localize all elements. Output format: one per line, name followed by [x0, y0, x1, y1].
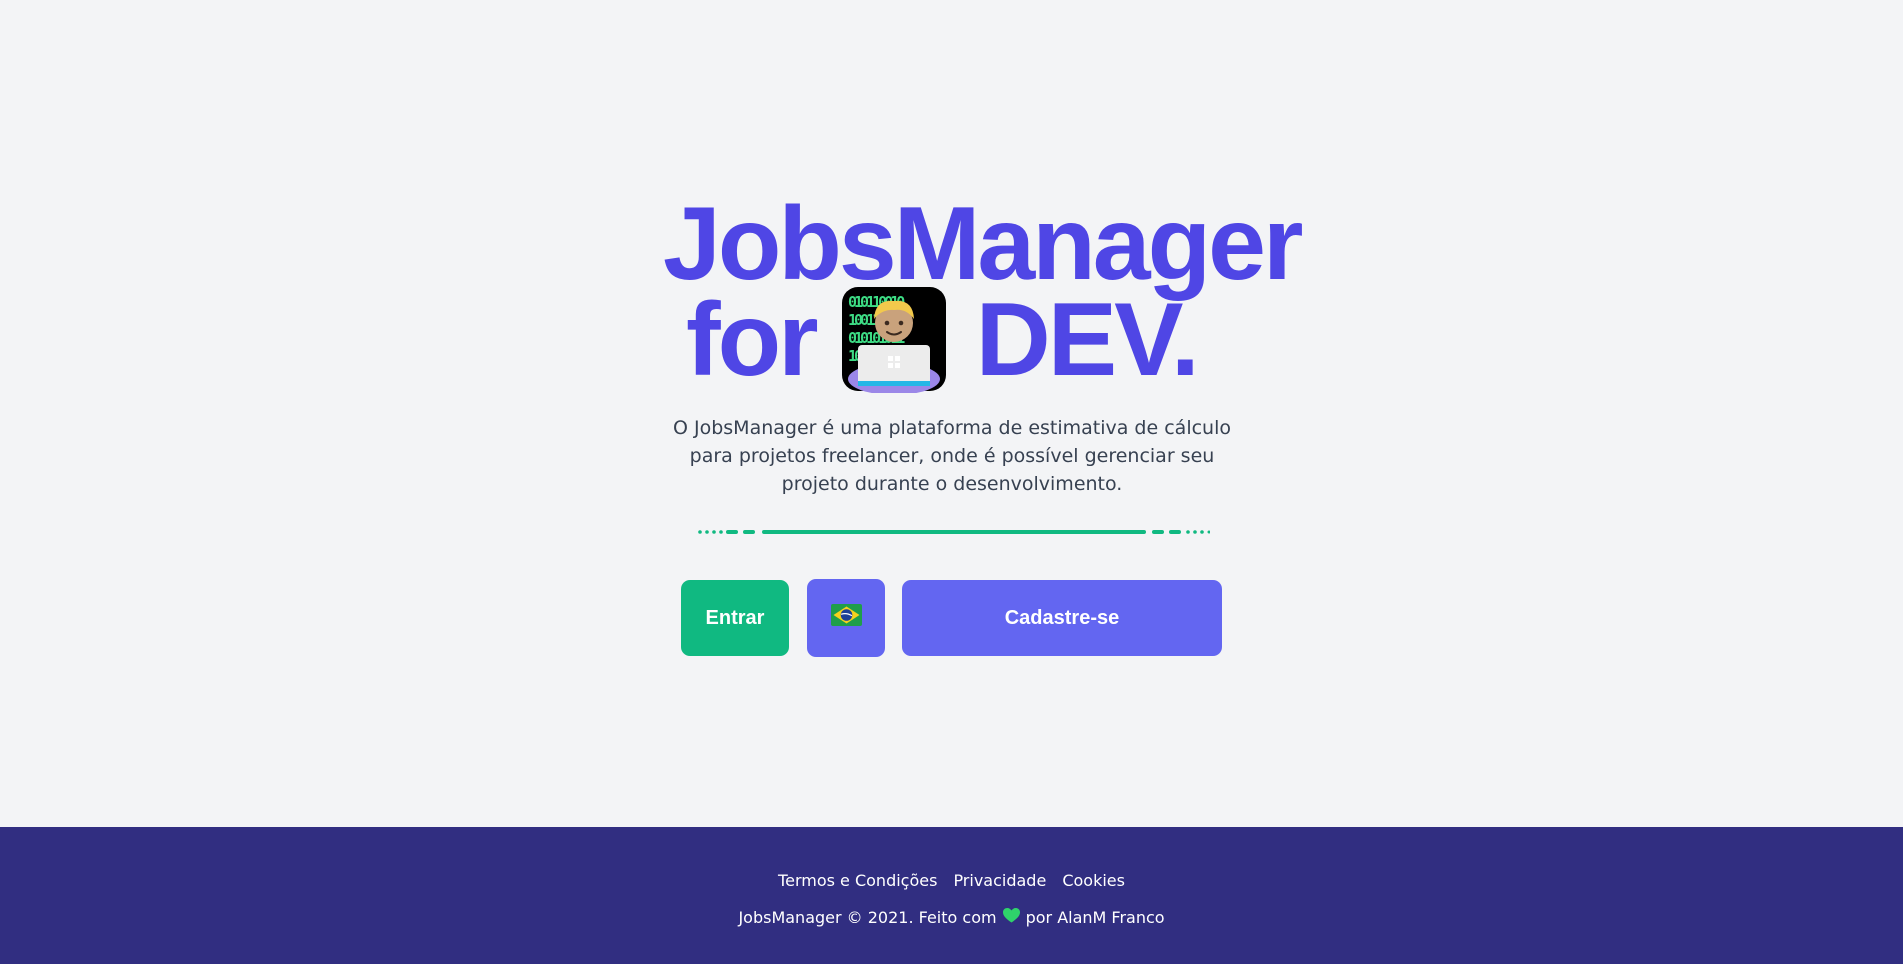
footer-copyright: JobsManager © 2021. Feito com por AlanM F…	[0, 907, 1903, 927]
page-title: JobsManager for 010110010 100110101 0101…	[663, 186, 1363, 393]
green-heart-icon	[1002, 907, 1020, 927]
language-button[interactable]	[807, 579, 885, 657]
copyright-text: JobsManager © 2021. Feito com	[738, 908, 997, 927]
title-brand: JobsManager	[663, 186, 1303, 302]
login-button[interactable]: Entrar	[681, 580, 789, 656]
section-divider	[698, 529, 1210, 535]
title-subline: for 010110010 100110101 010101011 101001…	[663, 286, 1363, 393]
author-text: por AlanM Franco	[1025, 908, 1165, 927]
footer: Termos e Condições Privacidade Cookies J…	[0, 827, 1903, 964]
brazil-flag-icon	[830, 604, 862, 632]
footer-links: Termos e Condições Privacidade Cookies	[0, 871, 1903, 890]
footer-link-privacy[interactable]: Privacidade	[953, 871, 1046, 890]
footer-link-terms[interactable]: Termos e Condições	[778, 871, 937, 890]
signup-button[interactable]: Cadastre-se	[902, 580, 1222, 656]
hero-section: JobsManager for 010110010 100110101 0101…	[0, 0, 1903, 827]
footer-link-cookies[interactable]: Cookies	[1062, 871, 1125, 890]
technologist-icon: 010110010 100110101 010101011 101001101	[840, 285, 948, 393]
title-dev: DEV.	[975, 282, 1200, 398]
title-for: for	[686, 282, 819, 398]
hero-description: O JobsManager é uma plataforma de estima…	[673, 417, 1231, 495]
